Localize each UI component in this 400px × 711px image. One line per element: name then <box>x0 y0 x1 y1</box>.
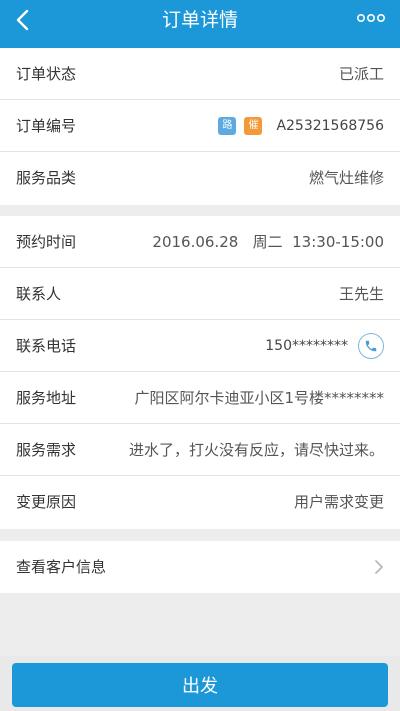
address-row: 服务地址 广阳区阿尔卡迪亚小区1号楼******** <box>0 372 400 424</box>
phone-value: 150******** <box>265 338 348 354</box>
customer-info-section[interactable]: 查看客户信息 <box>0 541 400 593</box>
contact-value: 王先生 <box>338 285 384 303</box>
contact-label: 联系人 <box>16 285 62 303</box>
view-customer-info-row[interactable]: 查看客户信息 <box>0 541 400 593</box>
phone-icon <box>365 340 377 352</box>
more-dots-icon <box>356 14 385 23</box>
service-need-row: 服务需求 进水了，打火没有反应，请尽快过来。 <box>0 424 400 476</box>
urge-badge: 催 <box>244 117 263 135</box>
order-number-row: 订单编号 路 催 A25321568756 <box>0 100 400 152</box>
call-button[interactable] <box>358 333 384 359</box>
contact-row: 联系人 王先生 <box>0 268 400 320</box>
appointment-time-value: 2016.06.28 周二 13:30-15:00 <box>152 233 384 251</box>
service-need-label: 服务需求 <box>16 441 77 459</box>
service-category-value: 燃气灶维修 <box>308 169 384 187</box>
appointment-time-row: 预约时间 2016.06.28 周二 13:30-15:00 <box>0 216 400 268</box>
order-number-group: 路 催 A25321568756 <box>218 100 384 152</box>
phone-row: 联系电话 150******** <box>0 320 400 372</box>
address-value: 广阳区阿尔卡迪亚小区1号楼******** <box>134 389 384 407</box>
appointment-time-label: 预约时间 <box>16 233 77 251</box>
chevron-right-icon <box>375 560 383 574</box>
order-status-label: 订单状态 <box>16 65 77 83</box>
change-reason-row: 变更原因 用户需求变更 <box>0 476 400 528</box>
service-details-section: 预约时间 2016.06.28 周二 13:30-15:00 联系人 王先生 联… <box>0 216 400 529</box>
service-category-row: 服务品类 燃气灶维修 <box>0 152 400 204</box>
service-category-label: 服务品类 <box>16 169 77 187</box>
app-header: 订单详情 <box>0 0 400 48</box>
service-need-value: 进水了，打火没有反应，请尽快过来。 <box>128 441 384 459</box>
address-label: 服务地址 <box>16 389 77 407</box>
footer-bar: 出发 <box>0 656 400 711</box>
order-number-value: A25321568756 <box>276 118 384 134</box>
page-title: 订单详情 <box>161 9 238 31</box>
route-badge: 路 <box>218 117 237 135</box>
phone-group: 150******** <box>265 320 384 372</box>
order-number-label: 订单编号 <box>16 117 77 135</box>
more-button[interactable] <box>356 10 386 30</box>
change-reason-value: 用户需求变更 <box>293 493 384 511</box>
order-status-row: 订单状态 已派工 <box>0 48 400 100</box>
phone-label: 联系电话 <box>16 337 77 355</box>
change-reason-label: 变更原因 <box>16 493 77 511</box>
view-customer-info-label: 查看客户信息 <box>16 558 107 576</box>
depart-button[interactable]: 出发 <box>12 663 388 707</box>
order-status-value: 已派工 <box>338 65 384 83</box>
order-info-section: 订单状态 已派工 订单编号 路 催 A25321568756 服务品类 燃气灶维… <box>0 48 400 205</box>
